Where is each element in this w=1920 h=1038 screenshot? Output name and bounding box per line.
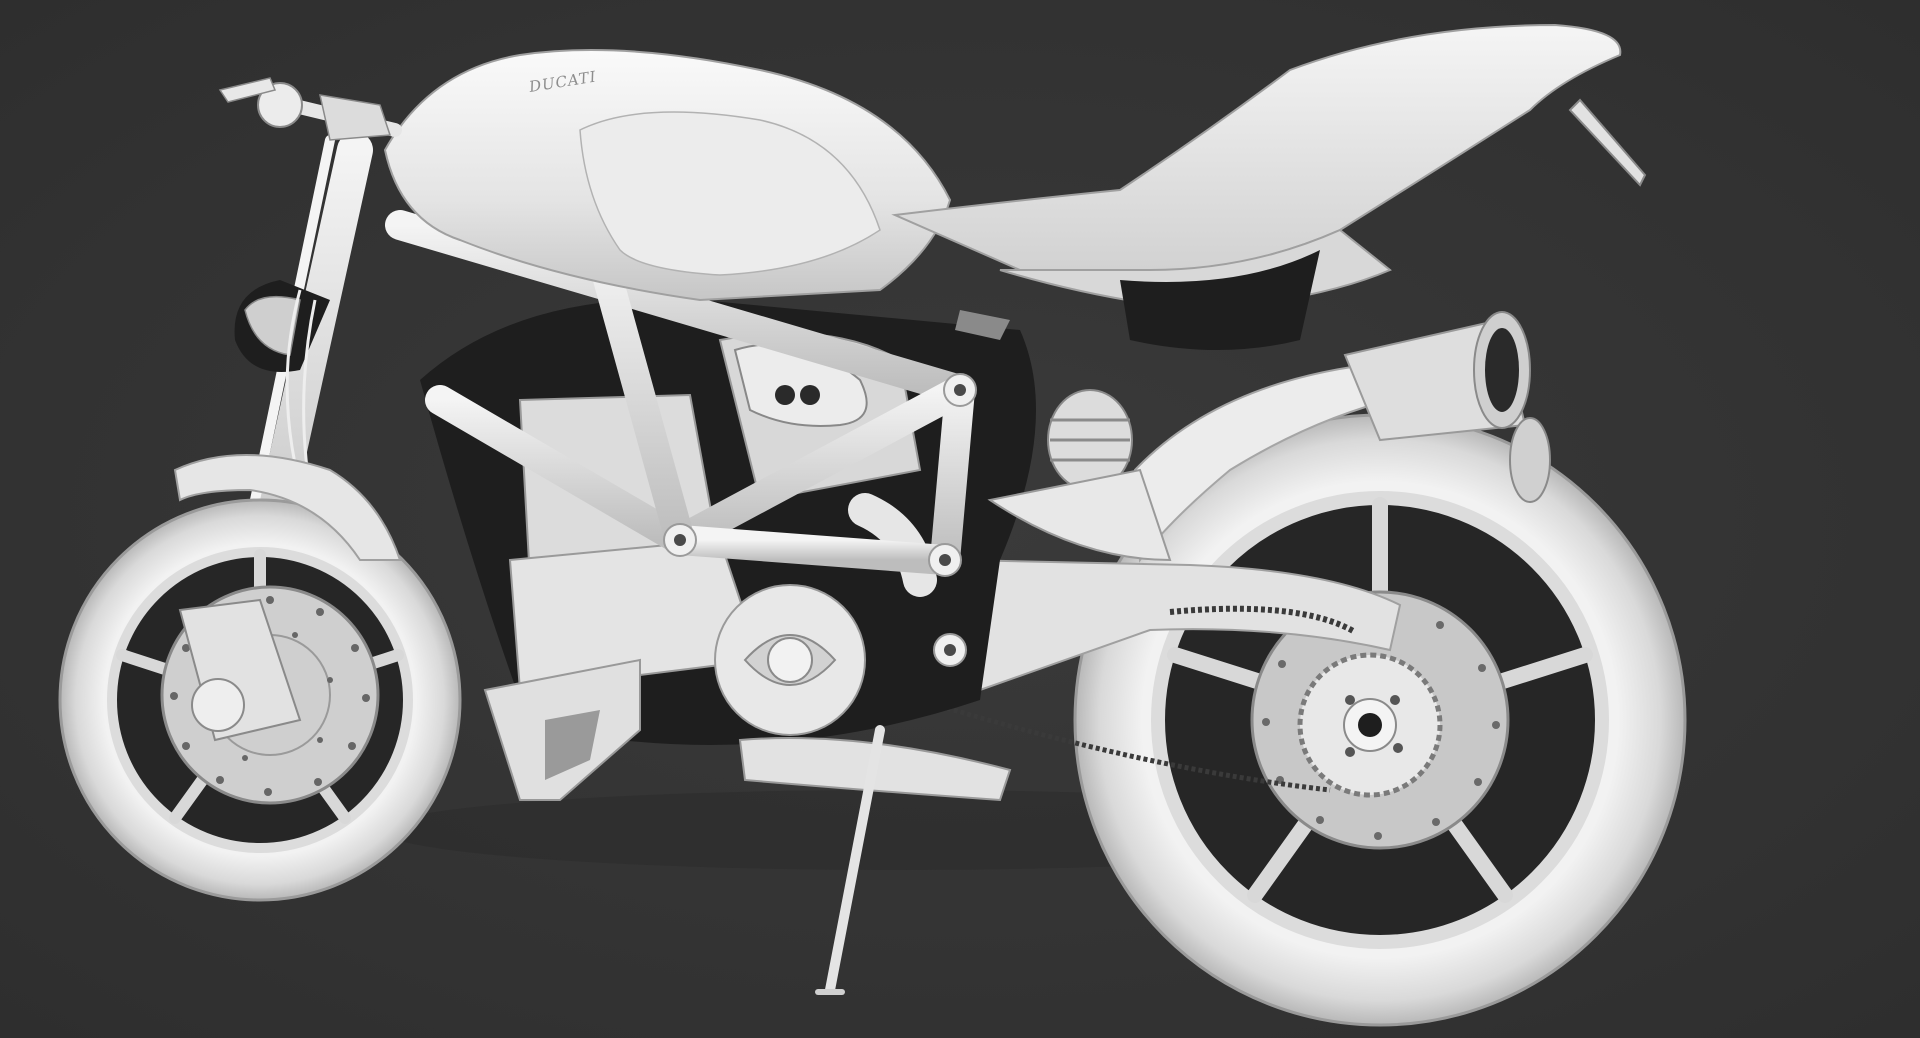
front-wheel: [58, 454, 462, 902]
motorcycle-render: DUCATI: [58, 23, 1687, 1027]
front-axle: [191, 678, 245, 732]
license-plate-holder: [1568, 98, 1647, 187]
fuel-tank: DUCATI: [383, 49, 952, 302]
render-viewport: DUCATI: [0, 0, 1920, 1038]
seat: [891, 23, 1647, 350]
